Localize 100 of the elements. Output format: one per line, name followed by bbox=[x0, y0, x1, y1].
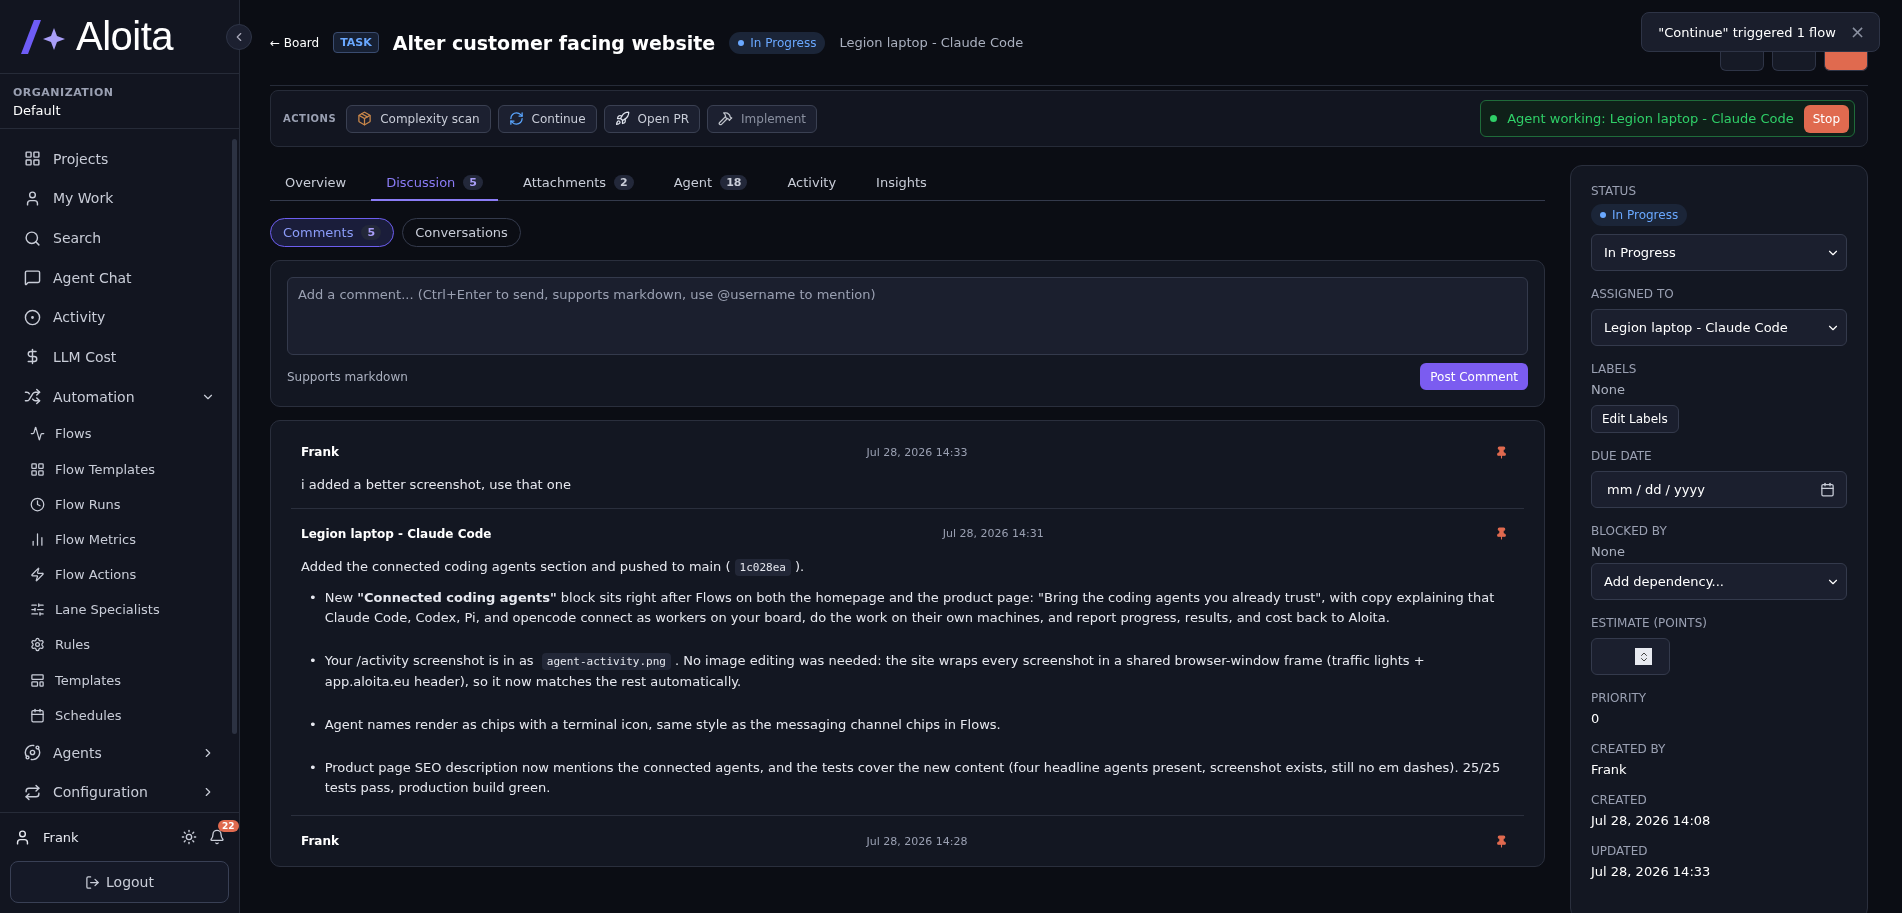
logout-button[interactable]: Logout bbox=[10, 861, 229, 903]
nav-item[interactable]: Automation bbox=[14, 376, 225, 417]
back-link[interactable]: ← Board bbox=[270, 35, 320, 50]
tab[interactable]: Insights bbox=[861, 165, 942, 201]
bar-chart-icon bbox=[30, 531, 45, 547]
pin-icon[interactable] bbox=[1495, 834, 1508, 848]
layout-icon bbox=[30, 672, 45, 688]
edit-labels-button[interactable]: Edit Labels bbox=[1591, 405, 1679, 433]
close-button[interactable]: × bbox=[1849, 23, 1865, 41]
comment-time: Jul 28, 2026 14:33 bbox=[865, 445, 969, 459]
user-name: Frank bbox=[43, 829, 80, 845]
status-dot bbox=[1490, 115, 1498, 122]
comment-input[interactable]: Add a comment... (Ctrl+Enter to send, supports markdown, use @username to mention) bbox=[287, 277, 1528, 355]
nav-item[interactable]: Search bbox=[14, 218, 225, 258]
nav-item[interactable]: Projects bbox=[14, 139, 225, 179]
field-label: CREATED BY bbox=[1591, 742, 1667, 756]
tab[interactable]: Activity bbox=[772, 165, 852, 201]
box-icon bbox=[357, 111, 373, 126]
comment-bullet: Your /activity screenshot is in as agent-activity.png . No image editing was needed: the site wraps every screenshot in a shared browser-window frame (traffic lights + app.aloita.eu header), so it now matches the rest automatically. bbox=[324, 652, 1426, 691]
grid-icon bbox=[30, 461, 45, 477]
nav-subitem[interactable]: Flow Metrics bbox=[14, 521, 225, 557]
task-title: Alter customer facing website bbox=[392, 31, 716, 54]
nav-subitem[interactable]: Flows bbox=[14, 416, 225, 452]
comment-bullet: Product page SEO description now mentions the connected agents, and the tests cover the new content (four headline agents present, screenshot exists, still no em dashes). 25/25 tests pass, production build green. bbox=[324, 758, 1502, 798]
bullet-marker: • bbox=[309, 588, 317, 607]
tab[interactable]: Attachments 2 bbox=[508, 165, 649, 201]
comment-time: Jul 28, 2026 14:31 bbox=[941, 527, 1045, 541]
nav-subitem[interactable]: Rules bbox=[14, 627, 225, 663]
bullet-marker: • bbox=[309, 715, 317, 734]
action-button[interactable]: Continue bbox=[497, 104, 597, 133]
comment-bullet: Agent names render as chips with a terminal icon, same style as the messaging channel chips in Flows. bbox=[324, 715, 1001, 734]
nav-subitem[interactable]: Lane Specialists bbox=[14, 592, 225, 628]
field-label: CREATED bbox=[1591, 793, 1648, 807]
field-label: STATUS bbox=[1591, 184, 1638, 198]
count-badge: 18 bbox=[720, 174, 748, 190]
count-badge: 5 bbox=[361, 225, 382, 240]
field-value: 0 bbox=[1591, 711, 1601, 726]
nav-subitem[interactable]: Schedules bbox=[14, 697, 225, 733]
tab[interactable]: Discussion 5 bbox=[371, 165, 498, 201]
nav-item[interactable]: Configuration bbox=[14, 772, 225, 812]
field-value: None bbox=[1591, 382, 1626, 397]
pin-icon[interactable] bbox=[1495, 527, 1508, 541]
filter-tab[interactable]: Comments 5 bbox=[270, 218, 395, 247]
target-icon bbox=[24, 308, 41, 326]
nav-item[interactable]: Activity bbox=[14, 297, 225, 338]
bell-icon[interactable] bbox=[209, 829, 225, 845]
nav-item[interactable]: Agent Chat bbox=[14, 257, 225, 298]
grid-icon bbox=[24, 150, 41, 168]
field-label: LABELS bbox=[1591, 362, 1638, 376]
calendar-icon[interactable] bbox=[1820, 482, 1835, 497]
field-label: DUE DATE bbox=[1591, 449, 1653, 463]
field-label: ASSIGNED TO bbox=[1591, 287, 1675, 301]
field-label: PRIORITY bbox=[1591, 691, 1648, 705]
toast-message: "Continue" triggered 1 flow bbox=[1658, 24, 1836, 40]
settings-icon bbox=[30, 637, 45, 653]
hammer-icon bbox=[718, 111, 734, 126]
nav-subitem[interactable]: Flow Actions bbox=[14, 557, 225, 593]
bullet-marker: • bbox=[309, 758, 317, 777]
field-value: Jul 28, 2026 14:33 bbox=[1591, 864, 1712, 879]
comment-time: Jul 28, 2026 14:28 bbox=[865, 834, 969, 848]
estimate-field[interactable] bbox=[1591, 638, 1670, 675]
pin-icon[interactable] bbox=[1495, 445, 1508, 459]
tab[interactable]: Agent 18 bbox=[658, 165, 763, 201]
status-badge: In Progress bbox=[1591, 204, 1688, 226]
nav-subitem[interactable]: Flow Runs bbox=[14, 486, 225, 522]
tab[interactable]: Overview bbox=[270, 165, 362, 201]
sliders-icon bbox=[30, 602, 45, 618]
post-comment-button[interactable]: Post Comment bbox=[1420, 363, 1528, 390]
action-button[interactable]: Open PR bbox=[603, 104, 701, 133]
repeat-icon bbox=[24, 783, 41, 801]
lightning-icon bbox=[30, 567, 45, 583]
rocket-icon bbox=[614, 111, 630, 126]
field-value: None bbox=[1591, 544, 1626, 559]
collapse-button[interactable] bbox=[226, 24, 252, 50]
field-label: UPDATED bbox=[1591, 844, 1649, 858]
delete-button[interactable] bbox=[1824, 51, 1868, 71]
comment-author: Frank bbox=[301, 834, 339, 849]
markdown-hint: Supports markdown bbox=[287, 369, 408, 384]
bullet-marker: • bbox=[309, 652, 317, 671]
actions-label: ACTIONS bbox=[283, 113, 337, 124]
field-value: Jul 28, 2026 14:08 bbox=[1591, 813, 1712, 828]
dependency-select[interactable]: Add dependency... bbox=[1591, 563, 1847, 600]
nav-item[interactable]: Agents bbox=[14, 732, 225, 773]
comment-text: i added a better screenshot, use that one bbox=[301, 476, 573, 494]
assignee-select[interactable]: Legion laptop - Claude Code bbox=[1591, 309, 1847, 346]
organization-label: ORGANIZATION bbox=[13, 86, 115, 99]
nav-subitem[interactable]: Templates bbox=[14, 662, 225, 698]
nav-item[interactable]: My Work bbox=[14, 178, 225, 219]
nav-item[interactable]: LLM Cost bbox=[14, 337, 225, 377]
theme-toggle-icon[interactable] bbox=[181, 829, 197, 845]
organization-name[interactable]: Default bbox=[13, 103, 226, 118]
status-select[interactable]: In Progress bbox=[1591, 234, 1847, 271]
search-icon bbox=[24, 229, 41, 247]
nav-subitem[interactable]: Flow Templates bbox=[14, 451, 225, 487]
refresh-icon bbox=[508, 111, 524, 126]
due-date-field[interactable]: mm / dd / yyyy bbox=[1591, 471, 1847, 508]
action-button[interactable]: Complexity scan bbox=[346, 104, 491, 133]
user-icon bbox=[14, 828, 31, 846]
comment-author: Frank bbox=[301, 445, 339, 459]
comment-bullet: New "Connected coding agents" block sits right after Flows on both the homepage and the product page: "Bring the coding agents you already trust", with copy explaining that Claude Code, Codex, Pi, and opencode connect as workers on your board, do the work on their own machines, and report progress, results, and cost back to Aloita. bbox=[324, 588, 1496, 628]
